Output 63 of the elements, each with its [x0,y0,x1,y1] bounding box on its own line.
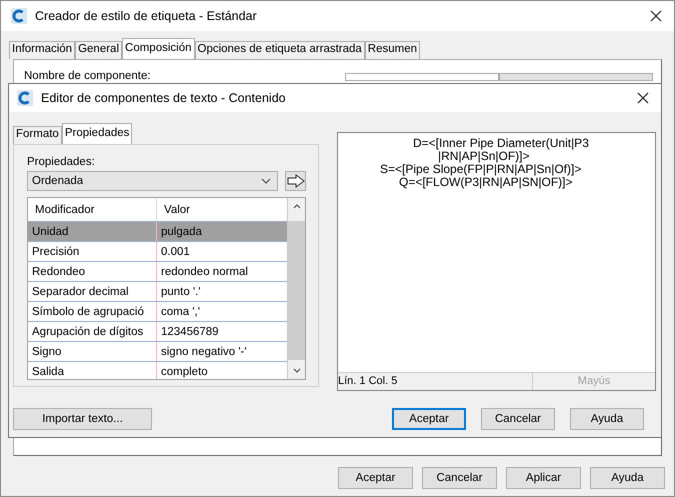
table-row[interactable]: Redondeo redondeo normal [28,262,287,282]
properties-dropdown[interactable]: Ordenada [27,171,278,191]
table-cell: Agrupación de dígitos [28,322,157,341]
dialog-title: Editor de componentes de texto - Contenido [41,91,287,105]
table-row[interactable]: Signo signo negativo '-' [28,342,287,362]
window-title: Creador de estilo de etiqueta - Estándar [35,9,258,23]
editor-line: S=<[Pipe Slope(FP|P|RN|AP|Sn|Of)]> [380,163,582,176]
table-cell: Redondeo [28,262,157,281]
table-row[interactable]: Salida completo [28,362,287,379]
text-editor[interactable]: D=<[Inner Pipe Diameter(Unit|P3 |RN|AP|Sn|OF)]> S=<[Pipe Slope(FP|P|RN|AP|Sn|Of)]> Q=<[FLOW(P3|RN|AP|SN|OF)]> Lín. 1 Col. 5 Mayús [337,132,656,391]
tab[interactable]: Composición [122,38,194,59]
app-logo-icon [17,90,33,106]
table-row[interactable]: Separador decimal punto '.' [28,282,287,302]
table-cell-text: pulgada [160,224,203,240]
editor-line: |RN|AP|Sn|OF)]> [438,150,530,163]
table-cell-text: 0.001 [160,244,191,260]
editor-line: D=<[Inner Pipe Diameter(Unit|P3 [413,137,589,150]
import-text-button[interactable]: Importar texto... [13,408,152,430]
table-cell-text: punto '.' [160,284,202,300]
table-cell: Separador decimal [28,282,157,301]
close-icon[interactable] [650,10,662,22]
scrollbar[interactable] [288,198,305,379]
dialog-button[interactable]: Aceptar [392,408,466,430]
table-row[interactable]: Agrupación de dígitos 123456789 [28,322,287,342]
table-cell-text: signo negativo '-' [160,344,248,360]
caps-indicator: Mayús [532,373,655,390]
table-cell-text: redondeo normal [160,264,249,280]
dialog-button[interactable]: Cancelar [422,467,497,489]
table-cell-text: coma ',' [160,304,201,320]
close-icon[interactable] [637,92,649,104]
dialog-button[interactable]: Aceptar [338,467,413,489]
component-name-field[interactable] [345,73,499,81]
dialog-button[interactable]: Ayuda [570,408,644,430]
table-cell: Salida [28,362,157,379]
field-label: Nombre de componente: [24,70,152,82]
dialog-button[interactable]: Aplicar [506,467,581,489]
tab[interactable]: General [75,41,122,59]
table-row[interactable]: Símbolo de agrupació coma ',' [28,302,287,322]
table-cell: Signo [28,342,157,361]
chevron-down-icon [261,178,272,184]
scroll-up-icon[interactable] [292,204,300,209]
scroll-down-icon[interactable] [292,368,300,373]
app-logo-icon [11,8,27,24]
dialog-button[interactable]: Cancelar [481,408,555,430]
table-cell: Unidad [28,222,157,241]
dialog-button[interactable]: Ayuda [590,467,665,489]
tab[interactable]: Formato [13,126,62,144]
tab[interactable]: Resumen [364,41,420,59]
table-cell: Símbolo de agrupació [28,302,157,321]
tab[interactable]: Información [9,41,76,59]
tab[interactable]: Propiedades [62,123,132,144]
table-row[interactable]: Precisión 0.001 [28,242,287,262]
tab[interactable]: Opciones de etiqueta arrastrada [194,41,365,59]
table-cell: Precisión [28,242,157,261]
table-cell-text: 123456789 [160,324,220,340]
table-row[interactable]: Unidad pulgada [28,222,287,242]
editor-line: Q=<[FLOW(P3|RN|AP|SN|OF)]> [399,176,573,189]
arrow-button[interactable] [285,171,306,191]
field-label: Propiedades: [27,156,96,168]
column-header[interactable]: Modificador [28,198,157,221]
table-cell-text: completo [160,364,209,379]
column-header[interactable]: Valor [157,198,287,221]
cursor-position: Lín. 1 Col. 5 [338,374,398,389]
